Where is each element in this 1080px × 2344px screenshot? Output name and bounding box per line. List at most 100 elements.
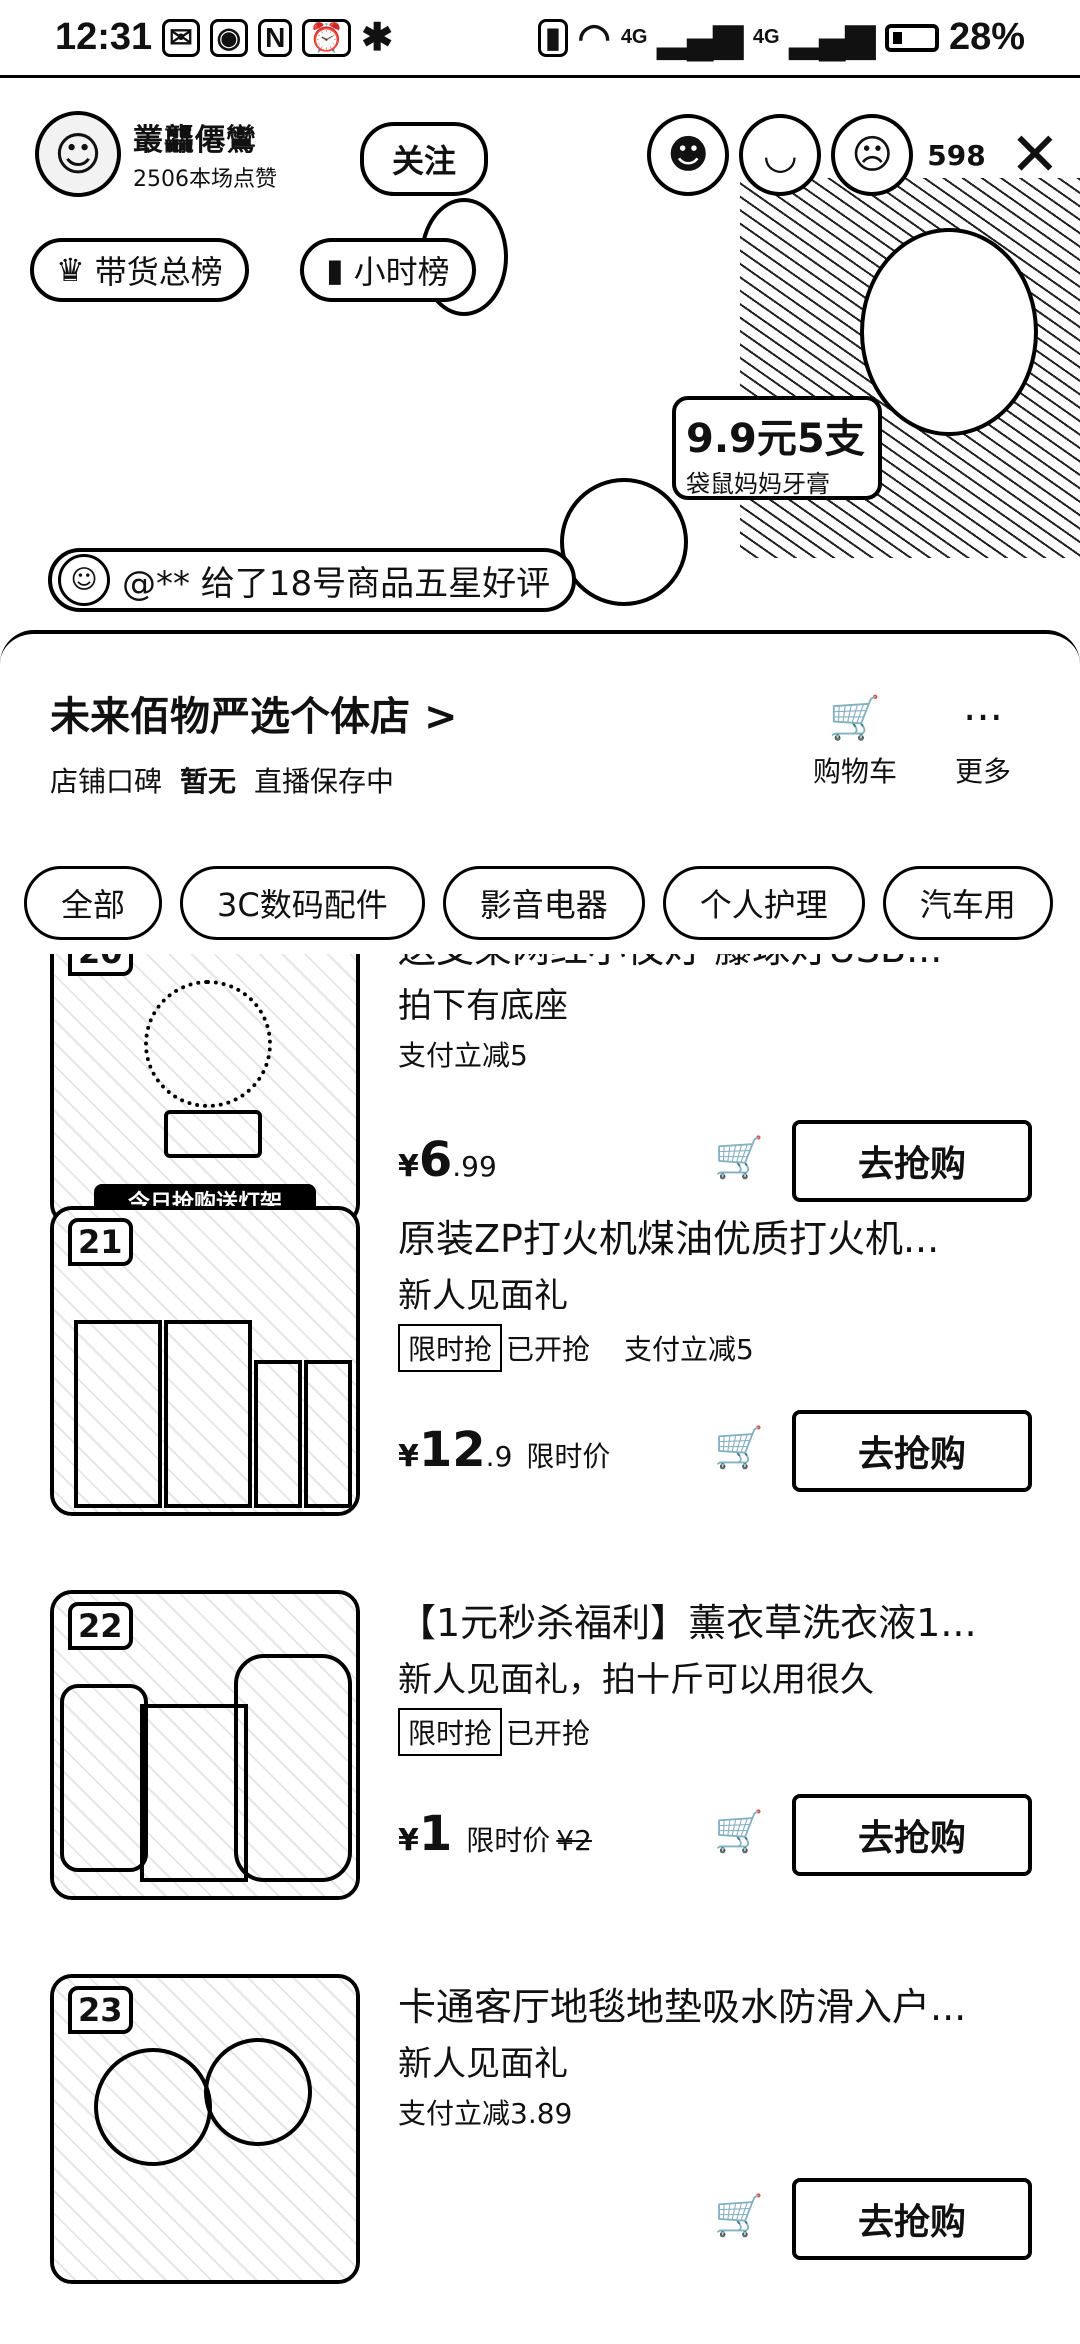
- live-video[interactable]: ☺ 叢龘僊鸞 2506本场点赞 关注 ☻ ◡ ☹ 598 ✕ ♛ 带货总榜 ▮ …: [0, 78, 1080, 638]
- eye-icon: ◉: [209, 18, 249, 57]
- product-price: ¥ 6 .99: [398, 1132, 497, 1188]
- rug-cartoon-shape: [204, 2038, 312, 2146]
- viewer-area: ☻ ◡ ☹ 598 ✕: [647, 114, 1060, 196]
- product-thumbnail[interactable]: 23: [50, 1974, 360, 2284]
- reputation-label: 店铺口碑: [50, 765, 163, 798]
- promo-subtitle: 袋鼠妈妈牙膏: [686, 470, 830, 498]
- product-thumbnail[interactable]: 21: [50, 1206, 360, 1516]
- product-subtitle: 拍下有底座: [398, 986, 568, 1026]
- buy-button[interactable]: 去抢购: [792, 1410, 1032, 1492]
- buy-button[interactable]: 去抢购: [792, 1794, 1032, 1876]
- live-comment: ☺ @** 给了18号商品五星好评: [48, 548, 577, 612]
- battery-percent: 28%: [948, 16, 1025, 58]
- close-icon[interactable]: ✕: [1010, 125, 1060, 185]
- more-dots-icon: ···: [962, 693, 1004, 742]
- product-list[interactable]: 20 今日抢购送灯架 送支架网红小夜灯 藤球灯USB... 拍下有底座 支付立减…: [0, 954, 1080, 2344]
- commenter-avatar: ☺: [58, 554, 110, 606]
- store-name[interactable]: 未来佰物严选个体店 >: [50, 684, 457, 742]
- rank-badge: 22: [68, 1602, 133, 1650]
- add-to-cart-icon[interactable]: 🛒: [714, 1812, 764, 1852]
- product-subtitle: 新人见面礼，拍十斤可以用很久: [398, 1660, 874, 1700]
- product-thumbnail[interactable]: 20 今日抢购送灯架: [50, 954, 360, 1226]
- add-to-cart-icon[interactable]: 🛒: [714, 1428, 764, 1468]
- lamp-stand-shape: [164, 1110, 262, 1158]
- product-thumbnail[interactable]: 22: [50, 1590, 360, 1900]
- sale-status: 已开抢: [506, 1717, 591, 1750]
- sales-rank-pill[interactable]: ♛ 带货总榜: [30, 238, 249, 302]
- bar-chart-icon: ▮: [326, 251, 344, 289]
- promo-price: 9.9元5支: [686, 416, 865, 462]
- doodle-decoration: [860, 228, 1038, 436]
- anchor-info[interactable]: ☺ 叢龘僊鸞 2506本场点赞: [35, 108, 345, 200]
- product-tags: 支付立减5: [398, 1034, 528, 1074]
- category-tab-av[interactable]: 影音电器: [442, 866, 645, 940]
- promo-text: 支付立减5: [624, 1333, 754, 1366]
- store-header[interactable]: 未来佰物严选个体店 > 店铺口碑 暂无 直播保存中: [50, 684, 457, 800]
- list-item[interactable]: 21 原装ZP打火机煤油优质打火机... 新人见面礼 限时抢 已开抢 支付立减5…: [0, 1196, 1080, 1526]
- battery-icon: [884, 23, 939, 52]
- viewer-avatar[interactable]: ☻: [647, 114, 730, 196]
- lighter-box-shape: [164, 1320, 252, 1508]
- anchor-avatar[interactable]: ☺: [35, 111, 121, 197]
- category-tab-personal-care[interactable]: 个人护理: [662, 866, 865, 940]
- rank-badge: 21: [68, 1218, 133, 1266]
- detergent-pack-shape: [140, 1704, 248, 1882]
- viewer-avatar[interactable]: ◡: [739, 114, 822, 196]
- rug-cartoon-shape: [94, 2048, 212, 2166]
- viewer-count[interactable]: 598: [927, 139, 985, 172]
- follow-button[interactable]: 关注: [360, 122, 488, 196]
- category-tab-3c[interactable]: 3C数码配件: [180, 866, 425, 940]
- product-title[interactable]: 送支架网红小夜灯 藤球灯USB...: [398, 954, 1038, 973]
- more-button[interactable]: ··· 更多: [928, 694, 1038, 790]
- doodle-decoration: [560, 478, 688, 606]
- flash-sale-tag: 限时抢: [398, 1708, 503, 1756]
- vibrate-icon: ▮: [538, 18, 568, 57]
- lighter-box-shape: [304, 1360, 352, 1508]
- nfc-icon: N: [258, 18, 293, 57]
- rank-icon: ♛: [56, 251, 85, 289]
- sale-status: 已开抢: [506, 1333, 591, 1366]
- lamp-shape: [144, 980, 272, 1108]
- list-item[interactable]: 23 卡通客厅地毯地垫吸水防滑入户... 新人见面礼 支付立减3.89 🛒 去抢…: [0, 1964, 1080, 2294]
- detergent-bottle-shape: [234, 1654, 352, 1882]
- status-bar: 12:31 ✉ ◉ N ⏰ ✱ ▮ ◠ 4G ▂▄▆ 4G ▂▄▆ 28%: [0, 0, 1080, 78]
- product-tags: 支付立减3.89: [398, 2092, 572, 2132]
- store-sheet: 未来佰物严选个体店 > 店铺口碑 暂无 直播保存中 🛒 购物车 ··· 更多 全…: [0, 630, 1080, 2344]
- product-title[interactable]: 【1元秒杀福利】薰衣草洗衣液1...: [398, 1592, 1038, 1647]
- comment-text: @** 给了18号商品五星好评: [122, 563, 551, 604]
- product-tags: 限时抢 已开抢: [398, 1708, 590, 1756]
- wifi-icon: ◠: [577, 17, 611, 59]
- detergent-bottle-shape: [60, 1684, 148, 1872]
- buy-button[interactable]: 去抢购: [792, 1120, 1032, 1202]
- product-title[interactable]: 卡通客厅地毯地垫吸水防滑入户...: [398, 1976, 1038, 2031]
- alarm-icon: ⏰: [302, 18, 352, 57]
- lighter-box-shape: [74, 1320, 162, 1508]
- cart-button[interactable]: 🛒 购物车: [800, 694, 910, 790]
- product-title[interactable]: 原装ZP打火机煤油优质打火机...: [398, 1208, 1038, 1263]
- hourly-rank-pill[interactable]: ▮ 小时榜: [300, 238, 476, 302]
- promo-card[interactable]: 9.9元5支 袋鼠妈妈牙膏: [672, 396, 882, 500]
- product-price: ¥ 12 .9 限时价: [398, 1422, 611, 1478]
- category-tab-all[interactable]: 全部: [24, 866, 163, 940]
- anchor-likes: 2506本场点赞: [133, 167, 277, 192]
- bluetooth-icon: ✱: [361, 17, 394, 59]
- signal-4g-icon: 4G: [620, 26, 648, 48]
- lighter-box-shape: [254, 1360, 302, 1508]
- category-tab-auto[interactable]: 汽车用: [882, 866, 1053, 940]
- saving-status: 直播保存中: [254, 765, 395, 798]
- status-time: 12:31: [55, 16, 153, 58]
- list-item[interactable]: 20 今日抢购送灯架 送支架网红小夜灯 藤球灯USB... 拍下有底座 支付立减…: [0, 954, 1080, 1236]
- cart-icon: 🛒: [828, 693, 882, 742]
- buy-button[interactable]: 去抢购: [792, 2178, 1032, 2260]
- promo-text: 支付立减5: [398, 1039, 528, 1072]
- add-to-cart-icon[interactable]: 🛒: [714, 2196, 764, 2236]
- chevron-right-icon: >: [423, 694, 458, 740]
- product-tags: 限时抢 已开抢 支付立减5: [398, 1324, 754, 1372]
- rank-badge: 20: [68, 954, 133, 976]
- anchor-name: 叢龘僊鸞: [133, 123, 257, 158]
- flash-sale-tag: 限时抢: [398, 1324, 503, 1372]
- list-item[interactable]: 22 【1元秒杀福利】薰衣草洗衣液1... 新人见面礼，拍十斤可以用很久 限时抢…: [0, 1580, 1080, 1910]
- viewer-avatar[interactable]: ☹: [831, 114, 914, 196]
- add-to-cart-icon[interactable]: 🛒: [714, 1138, 764, 1178]
- product-subtitle: 新人见面礼: [398, 2044, 568, 2084]
